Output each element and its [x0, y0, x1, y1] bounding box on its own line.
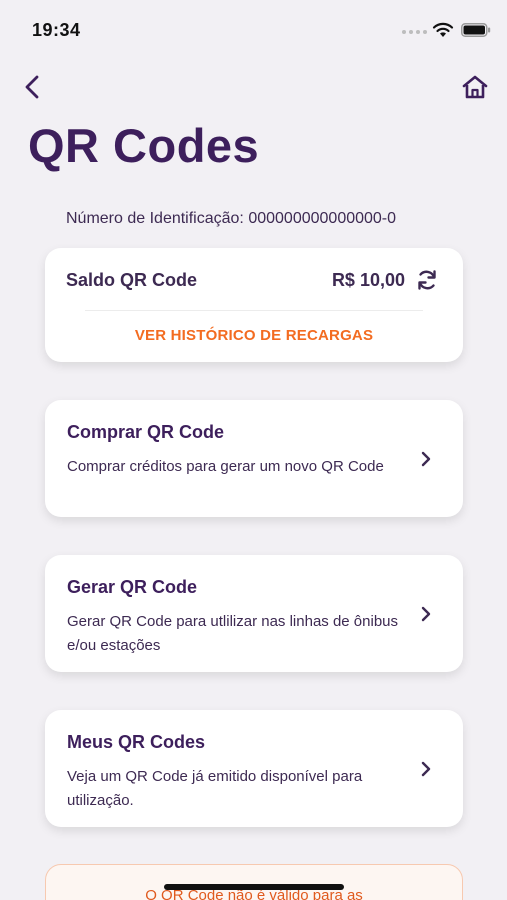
chevron-right-icon	[421, 451, 431, 467]
divider	[85, 310, 423, 311]
back-button[interactable]	[20, 72, 44, 102]
identification-row: Número de Identificação: 000000000000000…	[66, 210, 396, 228]
chevron-right-icon	[421, 761, 431, 777]
balance-label: Saldo QR Code	[66, 270, 198, 290]
balance-value: R$ 10,00	[331, 270, 405, 290]
identification-label: Número de Identificação:	[66, 210, 244, 227]
identification-value: 000000000000000-0	[248, 210, 397, 227]
menu-card-description: Comprar créditos para gerar um novo QR C…	[67, 458, 384, 475]
menu-card-title: Gerar QR Code	[67, 577, 198, 597]
home-button[interactable]	[461, 74, 489, 100]
chevron-left-icon	[25, 75, 39, 99]
recharge-history-link[interactable]: VER HISTÓRICO DE RECARGAS	[45, 327, 463, 344]
status-bar: 19:34	[0, 0, 507, 60]
screen: 19:34 QR Codes Número de Identificação: …	[0, 0, 507, 900]
buy-qr-code-card[interactable]: Comprar QR Code Comprar créditos para ge…	[45, 400, 463, 517]
refresh-button[interactable]	[415, 268, 439, 292]
cellular-signal-icon	[402, 30, 427, 34]
menu-card-title: Meus QR Codes	[67, 732, 206, 752]
generate-qr-code-card[interactable]: Gerar QR Code Gerar QR Code para utliliz…	[45, 555, 463, 672]
my-qr-codes-card[interactable]: Meus QR Codes Veja um QR Code já emitido…	[45, 710, 463, 827]
wifi-icon	[432, 22, 454, 37]
status-time: 19:34	[32, 20, 81, 40]
chevron-right-icon	[421, 606, 431, 622]
notice-card: O QR Code não é válido para as	[45, 864, 463, 900]
page-title: QR Codes	[28, 119, 260, 172]
menu-card-title: Comprar QR Code	[67, 422, 225, 442]
menu-card-description: Veja um QR Code já emitido disponível pa…	[67, 768, 363, 809]
refresh-icon	[418, 270, 436, 290]
battery-icon	[461, 23, 491, 37]
menu-card-description: Gerar QR Code para utlilizar nas linhas …	[67, 613, 399, 654]
home-indicator[interactable]	[164, 884, 344, 890]
balance-card: Saldo QR Code R$ 10,00 VER HISTÓRICO DE …	[45, 248, 463, 362]
home-icon	[462, 75, 488, 99]
